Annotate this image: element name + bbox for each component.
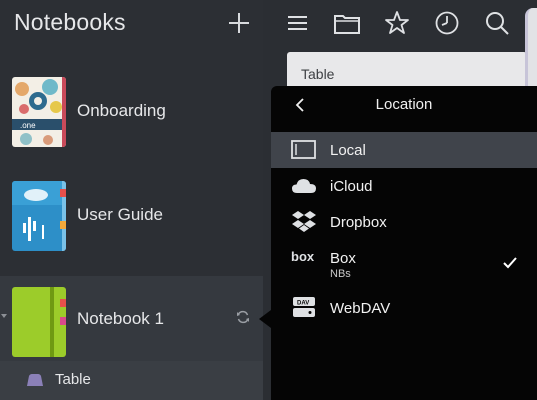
location-label-dropbox: Dropbox <box>330 214 387 231</box>
sidebar-title: Notebooks <box>14 9 126 35</box>
webdav-icon: DAV <box>293 297 315 317</box>
sync-icon[interactable] <box>235 309 251 325</box>
dropbox-icon <box>292 211 316 232</box>
menu-icon[interactable] <box>285 10 311 36</box>
cover-label: .one <box>20 121 36 130</box>
popover-pointer <box>259 310 271 328</box>
notebook-cover-user-guide <box>12 181 66 251</box>
notebooks-sidebar: Notebooks .one Onboarding User Guide Not… <box>0 0 263 400</box>
location-item-dropbox[interactable]: Dropbox <box>271 204 537 240</box>
box-icon: box <box>291 249 315 264</box>
add-notebook-icon[interactable] <box>226 10 252 36</box>
toolbar <box>263 0 537 48</box>
icloud-icon <box>292 179 316 193</box>
folder-icon[interactable] <box>333 10 361 36</box>
location-label-local: Local <box>330 142 366 159</box>
clock-icon[interactable] <box>434 10 460 36</box>
svg-text:box: box <box>291 249 315 264</box>
svg-text:DAV: DAV <box>297 301 309 307</box>
location-item-webdav[interactable]: DAV WebDAV <box>271 290 537 326</box>
checkmark-icon <box>503 257 517 269</box>
page-title: Table <box>301 66 335 82</box>
location-label-box: Box <box>330 250 356 267</box>
notebook-label-notebook-1: Notebook 1 <box>77 309 164 328</box>
notebook-label-user-guide: User Guide <box>77 205 163 224</box>
notebook-cover-notebook-1 <box>12 287 66 357</box>
popover-title: Location <box>375 96 433 113</box>
search-icon[interactable] <box>484 10 510 36</box>
location-item-icloud[interactable]: iCloud <box>271 168 537 204</box>
location-sublabel-box: NBs <box>330 268 351 280</box>
location-item-local[interactable]: Local <box>271 132 537 168</box>
location-popover: Location Local iCloud Dropbox box Box NB… <box>271 86 537 400</box>
sidebar-header: Notebooks <box>0 0 263 48</box>
section-label: Table <box>55 371 91 388</box>
location-label-icloud: iCloud <box>330 178 373 195</box>
notebook-label-onboarding: Onboarding <box>77 101 166 120</box>
notebook-item-user-guide[interactable]: User Guide <box>0 164 263 267</box>
local-storage-icon <box>291 140 316 159</box>
section-item-table[interactable]: Table <box>0 361 263 400</box>
expand-arrow-icon[interactable] <box>1 314 7 318</box>
notebook-cover-onboarding: .one <box>12 77 66 147</box>
location-label-webdav: WebDAV <box>330 300 391 317</box>
star-icon[interactable] <box>384 10 410 36</box>
location-item-box[interactable]: box Box NBs <box>271 244 537 284</box>
notebook-item-onboarding[interactable]: .one Onboarding <box>0 60 263 163</box>
section-tab-icon <box>27 374 43 386</box>
popover-header: Location <box>271 86 537 124</box>
